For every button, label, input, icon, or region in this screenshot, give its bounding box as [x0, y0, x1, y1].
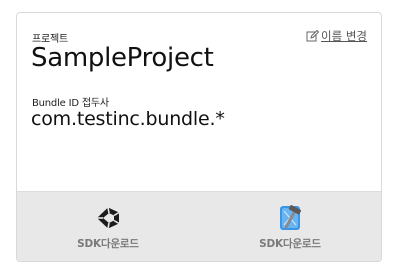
bundle-id-label: Bundle ID 접두사 [32, 98, 109, 109]
xcode-download-label: SDK다운로드 [259, 238, 321, 250]
unity-sdk-download-button[interactable]: SDK다운로드 [17, 192, 199, 261]
xcode-sdk-download-button[interactable]: SDK다운로드 [199, 192, 381, 261]
project-card: 프로젝트 이름 변경 SampleProject Bundle ID 접두사 c… [16, 12, 382, 262]
xcode-icon [272, 204, 308, 232]
unity-icon [90, 204, 126, 232]
unity-download-label: SDK다운로드 [77, 238, 139, 250]
project-info: 프로젝트 이름 변경 SampleProject Bundle ID 접두사 c… [17, 13, 381, 194]
rename-button[interactable]: 이름 변경 [306, 28, 367, 44]
project-name: SampleProject [31, 43, 214, 73]
rename-label: 이름 변경 [321, 29, 367, 43]
edit-icon [306, 29, 320, 43]
sdk-downloads: SDK다운로드 SDK다운로드 [17, 191, 381, 261]
bundle-id-value: com.testinc.bundle.* [31, 108, 225, 130]
